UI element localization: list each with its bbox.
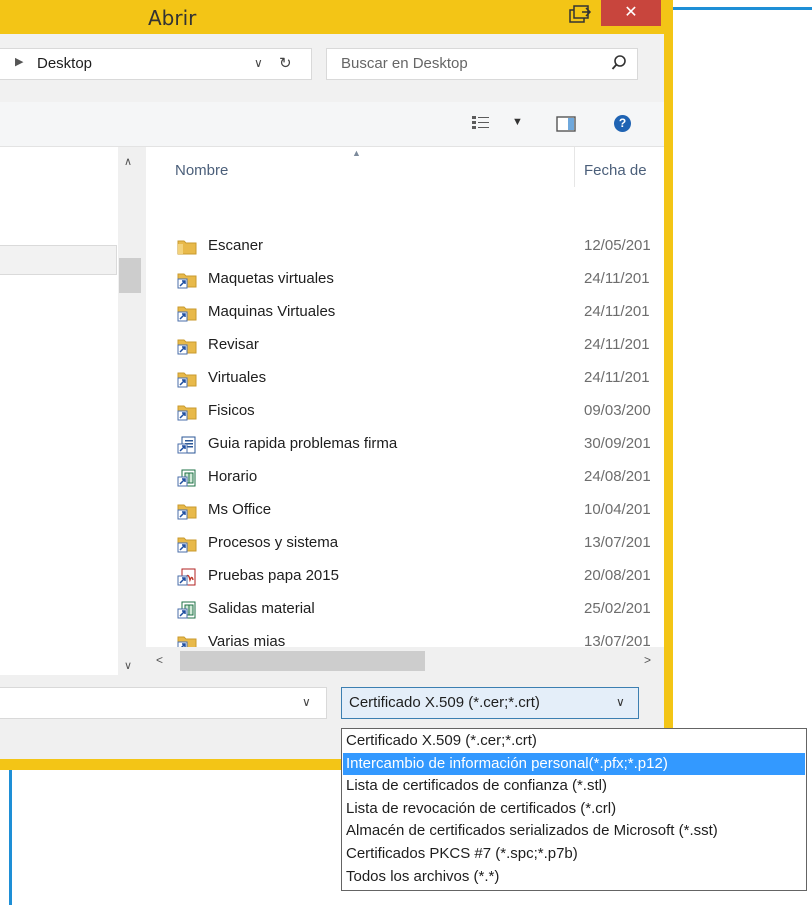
file-type-option[interactable]: Intercambio de información personal(*.pf… bbox=[343, 752, 805, 775]
file-row[interactable]: Guia rapida problemas firma 30/09/201 bbox=[146, 428, 664, 461]
file-name[interactable]: Ms Office bbox=[208, 501, 271, 518]
shortcut-icon bbox=[177, 337, 197, 355]
breadcrumb-chevron-icon[interactable]: ▶ bbox=[15, 55, 23, 68]
column-divider[interactable] bbox=[574, 147, 575, 187]
file-name[interactable]: Escaner bbox=[208, 237, 263, 254]
file-date: 09/03/200 bbox=[584, 402, 651, 419]
breadcrumb-location[interactable]: Desktop bbox=[37, 55, 92, 72]
shortcut-icon bbox=[177, 403, 197, 421]
file-row[interactable]: Escaner 12/05/201 bbox=[146, 230, 664, 263]
file-name[interactable]: Pruebas papa 2015 bbox=[208, 567, 339, 584]
nav-scroll-thumb[interactable] bbox=[119, 258, 141, 293]
column-header-date[interactable]: Fecha de bbox=[584, 162, 647, 179]
file-date: 12/05/201 bbox=[584, 237, 651, 254]
file-type-selected: Certificado X.509 (*.cer;*.crt) bbox=[349, 694, 540, 711]
file-type-option[interactable]: Todos los archivos (*.*) bbox=[343, 866, 805, 888]
file-name[interactable]: Procesos y sistema bbox=[208, 534, 338, 551]
spreadsheet-shortcut-icon bbox=[177, 469, 197, 487]
file-name[interactable]: Virtuales bbox=[208, 369, 266, 386]
spreadsheet-shortcut-icon bbox=[177, 601, 197, 619]
chevron-down-icon[interactable]: ∨ bbox=[616, 695, 625, 709]
file-row[interactable]: Fisicos 09/03/200 bbox=[146, 395, 664, 428]
file-date: 13/07/201 bbox=[584, 633, 651, 647]
file-name[interactable]: Varias mias bbox=[208, 633, 285, 647]
file-type-option[interactable]: Lista de revocación de certificados (*.c… bbox=[343, 798, 805, 820]
file-name[interactable]: Revisar bbox=[208, 336, 259, 353]
shortcut-icon bbox=[177, 634, 197, 647]
scroll-left-icon[interactable]: < bbox=[156, 653, 163, 667]
file-date: 24/11/201 bbox=[584, 270, 650, 287]
shortcut-icon bbox=[177, 271, 197, 289]
file-name[interactable]: Fisicos bbox=[208, 402, 255, 419]
file-date: 13/07/201 bbox=[584, 534, 651, 551]
nav-scroll-down-icon[interactable]: ∨ bbox=[124, 659, 132, 672]
address-history-dropdown-icon[interactable]: ∨ bbox=[254, 56, 263, 70]
file-row[interactable]: Procesos y sistema 13/07/201 bbox=[146, 527, 664, 560]
refresh-icon[interactable]: ↻ bbox=[279, 54, 292, 72]
folder-icon bbox=[177, 238, 197, 256]
shortcut-icon bbox=[177, 535, 197, 553]
horizontal-scroll-thumb[interactable] bbox=[180, 651, 425, 671]
file-name[interactable]: Maquetas virtuales bbox=[208, 270, 334, 287]
file-date: 30/09/201 bbox=[584, 435, 651, 452]
dialog-title: Abrir bbox=[148, 6, 197, 30]
file-row[interactable]: Virtuales 24/11/201 bbox=[146, 362, 664, 395]
restore-window-icon[interactable] bbox=[568, 3, 594, 25]
pdf-shortcut-icon bbox=[177, 568, 197, 586]
open-dialog: Abrir ✕ ▶ Desktop ∨ ↻ Buscar en Desktop bbox=[0, 0, 673, 770]
title-bar[interactable]: Abrir ✕ bbox=[0, 0, 673, 34]
close-button[interactable]: ✕ bbox=[601, 0, 661, 26]
file-name-input[interactable]: ∨ bbox=[0, 687, 327, 719]
dialog-client-area: ▶ Desktop ∨ ↻ Buscar en Desktop ▼ ? ∧ ∨ … bbox=[0, 34, 664, 759]
sort-ascending-icon: ▲ bbox=[352, 148, 361, 158]
file-type-option[interactable]: Almacén de certificados serializados de … bbox=[343, 820, 805, 842]
command-toolbar: ▼ ? bbox=[0, 102, 664, 147]
file-name[interactable]: Guia rapida problemas firma bbox=[208, 435, 397, 452]
nav-scroll-up-icon[interactable]: ∧ bbox=[124, 155, 132, 168]
file-date: 10/04/201 bbox=[584, 501, 651, 518]
navigation-pane[interactable] bbox=[0, 147, 118, 683]
help-icon[interactable]: ? bbox=[614, 115, 631, 132]
file-row[interactable]: Salidas material 25/02/201 bbox=[146, 593, 664, 626]
file-row[interactable]: Ms Office 10/04/201 bbox=[146, 494, 664, 527]
scroll-right-icon[interactable]: > bbox=[644, 653, 651, 667]
preview-pane-icon[interactable] bbox=[556, 116, 576, 136]
document-shortcut-icon bbox=[177, 436, 197, 454]
file-row[interactable]: Horario 24/08/201 bbox=[146, 461, 664, 494]
file-date: 24/11/201 bbox=[584, 369, 650, 386]
file-name[interactable]: Salidas material bbox=[208, 600, 315, 617]
address-bar[interactable]: ▶ Desktop ∨ ↻ bbox=[0, 48, 312, 80]
file-type-option[interactable]: Lista de certificados de confianza (*.st… bbox=[343, 775, 805, 797]
file-row[interactable]: Maquinas Virtuales 24/11/201 bbox=[146, 296, 664, 329]
shortcut-icon bbox=[177, 370, 197, 388]
file-name[interactable]: Horario bbox=[208, 468, 257, 485]
file-row[interactable]: Maquetas virtuales 24/11/201 bbox=[146, 263, 664, 296]
file-date: 24/11/201 bbox=[584, 303, 650, 320]
search-box[interactable]: Buscar en Desktop bbox=[326, 48, 638, 80]
shortcut-icon bbox=[177, 502, 197, 520]
file-date: 25/02/201 bbox=[584, 600, 651, 617]
view-options-dropdown-icon[interactable]: ▼ bbox=[512, 116, 523, 128]
file-type-option[interactable]: Certificado X.509 (*.cer;*.crt) bbox=[343, 730, 805, 752]
file-date: 20/08/201 bbox=[584, 567, 651, 584]
file-name-dropdown-icon[interactable]: ∨ bbox=[302, 695, 311, 709]
file-type-dropdown-list[interactable]: Certificado X.509 (*.cer;*.crt) Intercamb… bbox=[341, 728, 807, 891]
navigation-scrollbar[interactable] bbox=[118, 147, 146, 683]
file-list-horizontal-scrollbar[interactable]: < > bbox=[146, 647, 664, 675]
file-list[interactable]: ▲ Nombre Fecha de Escaner 12/05/201 Maquet… bbox=[146, 147, 664, 647]
file-date: 24/08/201 bbox=[584, 468, 651, 485]
file-name[interactable]: Maquinas Virtuales bbox=[208, 303, 335, 320]
file-row[interactable]: Revisar 24/11/201 bbox=[146, 329, 664, 362]
file-row[interactable]: Varias mias 13/07/201 bbox=[146, 626, 664, 647]
file-type-option[interactable]: Certificados PKCS #7 (*.spc;*.p7b) bbox=[343, 843, 805, 865]
search-icon[interactable] bbox=[611, 54, 627, 76]
file-row[interactable]: Pruebas papa 2015 20/08/201 bbox=[146, 560, 664, 593]
column-header-name[interactable]: Nombre bbox=[175, 162, 228, 179]
file-type-select[interactable]: Certificado X.509 (*.cer;*.crt) ∨ bbox=[341, 687, 639, 719]
file-date: 24/11/201 bbox=[584, 336, 650, 353]
shortcut-icon bbox=[177, 304, 197, 322]
navigation-selected-item[interactable] bbox=[0, 245, 117, 275]
search-input[interactable]: Buscar en Desktop bbox=[341, 55, 468, 72]
change-view-icon[interactable] bbox=[471, 115, 491, 135]
